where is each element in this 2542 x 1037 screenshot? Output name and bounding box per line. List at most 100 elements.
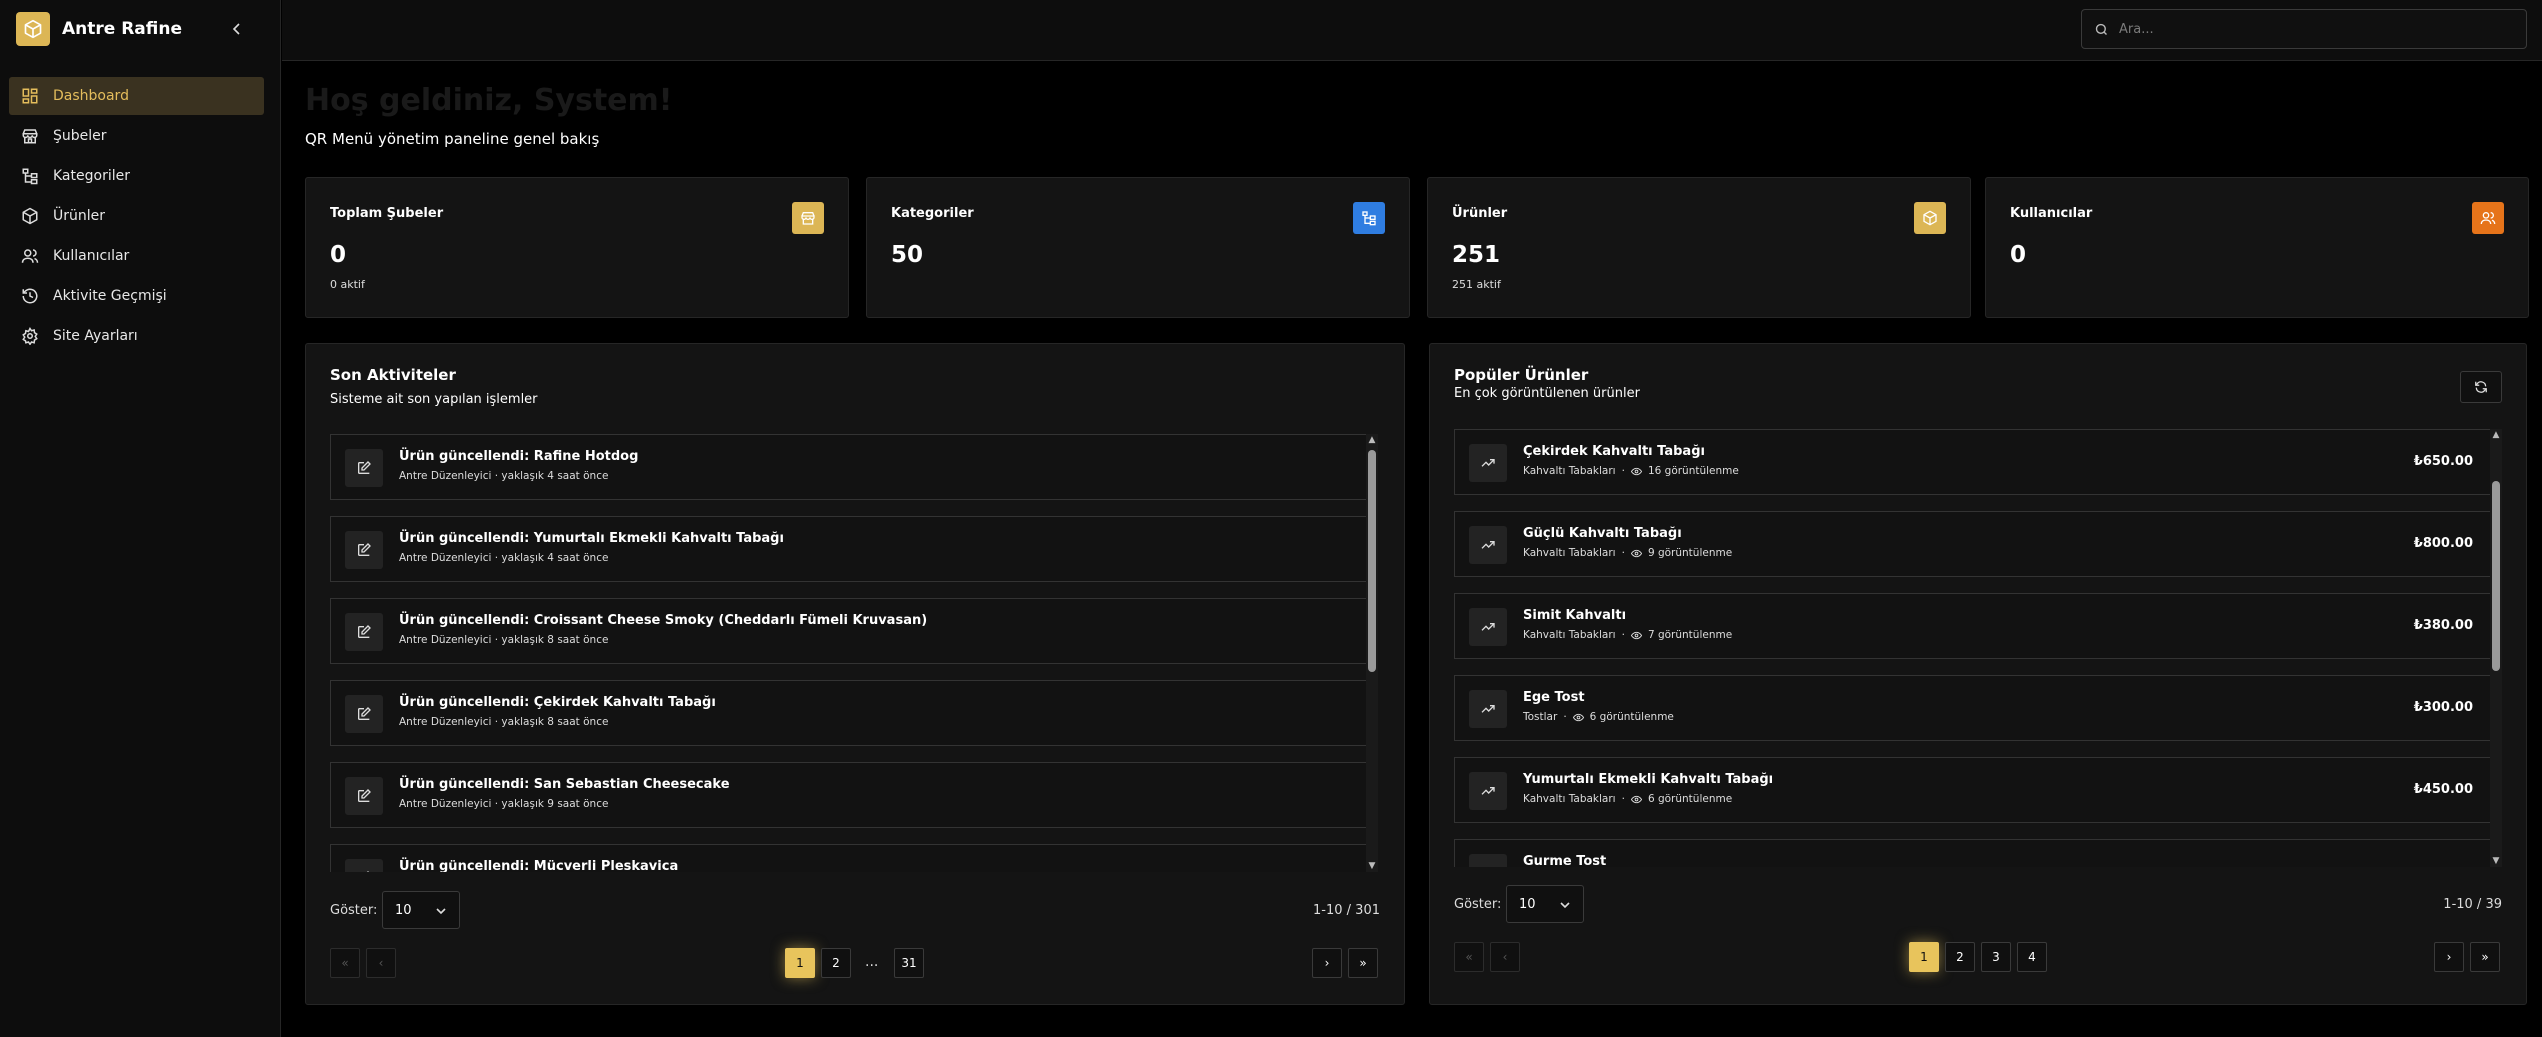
sidebar-item-label: Aktivite Geçmişi: [53, 288, 167, 304]
chevron-down-icon: [1560, 902, 1570, 909]
stat-sub: 0 aktif: [330, 278, 365, 291]
refresh-button[interactable]: [2460, 371, 2502, 403]
search-icon: [2095, 23, 2107, 35]
stat-sub: 251 aktif: [1452, 278, 1501, 291]
page-button[interactable]: 1: [785, 948, 815, 978]
scroll-down-icon[interactable]: ▼: [2490, 855, 2502, 867]
stat-title: Ürünler: [1452, 206, 1508, 221]
edit-icon: [345, 613, 383, 651]
activity-list[interactable]: Ürün güncellendi: Rafine Hotdog Antre Dü…: [330, 434, 1370, 872]
scroll-down-icon[interactable]: ▼: [1366, 860, 1378, 872]
result-range: 1-10 / 39: [2443, 897, 2502, 912]
gear-icon: [22, 327, 38, 345]
list-item[interactable]: Güçlü Kahvaltı Tabağı Kahvaltı Tabakları…: [1454, 511, 2492, 577]
product-price: ₺450.00: [2413, 782, 2473, 797]
trending-up-icon: [1469, 526, 1507, 564]
activity-title: Ürün güncellendi: Croissant Cheese Smoky…: [399, 613, 928, 628]
stat-value: 0: [2010, 242, 2027, 268]
sidebar-item-kullanicilar[interactable]: Kullanıcılar: [9, 237, 264, 275]
scroll-up-icon[interactable]: ▲: [2490, 429, 2502, 441]
eye-icon: [1630, 795, 1642, 803]
list-item[interactable]: Ürün güncellendi: Yumurtalı Ekmekli Kahv…: [330, 516, 1370, 582]
brand[interactable]: Antre Rafine: [16, 12, 182, 46]
popular-scrollbar[interactable]: ▲ ▼: [2490, 429, 2502, 867]
page-button[interactable]: 4: [2017, 942, 2047, 972]
result-range: 1-10 / 301: [1313, 903, 1380, 918]
popular-title: Popüler Ürünler: [1454, 366, 1589, 384]
product-category: Kahvaltı Tabakları: [1523, 465, 1616, 477]
sidebar-item-urunler[interactable]: Ürünler: [9, 197, 264, 235]
page-button[interactable]: 3: [1981, 942, 2011, 972]
product-views: 16 görüntülenme: [1647, 465, 1739, 477]
product-meta: Kahvaltı Tabakları · 16 görüntülenme: [1523, 465, 1739, 477]
next-page-button[interactable]: ›: [1312, 948, 1342, 978]
product-views: 6 görüntülenme: [1589, 711, 1674, 723]
chevron-left-icon: [232, 23, 240, 35]
sidebar-item-dashboard[interactable]: Dashboard: [9, 77, 264, 115]
next-page-button[interactable]: ›: [2434, 942, 2464, 972]
sidebar: Antre Rafine Dashboard Şubeler Kategoril…: [0, 0, 281, 1037]
first-page-button[interactable]: «: [330, 948, 360, 978]
collapse-sidebar-button[interactable]: [226, 16, 248, 42]
prev-page-button[interactable]: ‹: [1490, 942, 1520, 972]
first-page-button[interactable]: «: [1454, 942, 1484, 972]
list-item[interactable]: Yumurtalı Ekmekli Kahvaltı Tabağı Kahval…: [1454, 757, 2492, 823]
popular-products-list[interactable]: Çekirdek Kahvaltı Tabağı Kahvaltı Tabakl…: [1454, 429, 2492, 867]
sidebar-item-subeler[interactable]: Şubeler: [9, 117, 264, 155]
list-item[interactable]: Ürün güncellendi: Çekirdek Kahvaltı Taba…: [330, 680, 1370, 746]
activity-title: Ürün güncellendi: Çekirdek Kahvaltı Taba…: [399, 695, 716, 710]
activity-title: Ürün güncellendi: San Sebastian Cheeseca…: [399, 777, 730, 792]
search-input[interactable]: [2119, 21, 2499, 37]
scroll-thumb[interactable]: [1368, 450, 1376, 672]
stat-card-kategoriler: Kategoriler 50: [866, 177, 1410, 318]
eye-icon: [1630, 467, 1642, 475]
list-item[interactable]: Ürün güncellendi: Mücverli Pleskavica: [330, 844, 1370, 872]
list-item[interactable]: Gurme Tost: [1454, 839, 2492, 867]
last-page-button[interactable]: »: [1348, 948, 1378, 978]
list-item[interactable]: Ürün güncellendi: Rafine Hotdog Antre Dü…: [330, 434, 1370, 500]
list-item[interactable]: Ege Tost Tostlar · 6 görüntülenme ₺300.00: [1454, 675, 2492, 741]
page-size-select[interactable]: 10: [382, 891, 460, 929]
sidebar-item-site-ayarlari[interactable]: Site Ayarları: [9, 317, 264, 355]
users-icon: [21, 249, 39, 263]
sidebar-item-label: Site Ayarları: [53, 328, 138, 344]
page-size-value: 10: [1519, 896, 1536, 912]
edit-icon: [345, 859, 383, 872]
page-size-select[interactable]: 10: [1506, 885, 1584, 923]
last-page-button[interactable]: »: [2470, 942, 2500, 972]
list-item[interactable]: Ürün güncellendi: Croissant Cheese Smoky…: [330, 598, 1370, 664]
dashboard-icon: [22, 88, 38, 104]
stat-card-urunler: Ürünler 251 251 aktif: [1427, 177, 1971, 318]
activity-scrollbar[interactable]: ▲ ▼: [1366, 434, 1378, 872]
cube-logo-icon: [16, 12, 50, 46]
activity-meta: Antre Düzenleyici · yaklaşık 9 saat önce: [399, 798, 609, 810]
product-price: ₺650.00: [2413, 454, 2473, 469]
stat-value: 251: [1452, 242, 1501, 268]
prev-page-button[interactable]: ‹: [366, 948, 396, 978]
scroll-up-icon[interactable]: ▲: [1366, 434, 1378, 446]
scroll-thumb[interactable]: [2492, 481, 2500, 671]
page-button[interactable]: 2: [821, 948, 851, 978]
edit-icon: [345, 695, 383, 733]
product-name: Yumurtalı Ekmekli Kahvaltı Tabağı: [1523, 772, 1774, 787]
page-button[interactable]: 1: [1909, 942, 1939, 972]
page-button[interactable]: 2: [1945, 942, 1975, 972]
history-icon: [22, 288, 38, 304]
activity-title: Ürün güncellendi: Yumurtalı Ekmekli Kahv…: [399, 531, 784, 546]
category-icon: [1353, 202, 1385, 234]
stat-card-kullanicilar: Kullanıcılar 0: [1985, 177, 2529, 318]
product-meta: Kahvaltı Tabakları · 7 görüntülenme: [1523, 629, 1733, 641]
stat-value: 0: [330, 242, 347, 268]
trending-up-icon: [1469, 608, 1507, 646]
product-views: 7 görüntülenme: [1647, 629, 1733, 641]
activity-meta: Antre Düzenleyici · yaklaşık 4 saat önce: [399, 552, 609, 564]
list-item[interactable]: Ürün güncellendi: San Sebastian Cheeseca…: [330, 762, 1370, 828]
product-name: Simit Kahvaltı: [1523, 608, 1627, 623]
search-box[interactable]: [2081, 9, 2527, 49]
list-item[interactable]: Simit Kahvaltı Kahvaltı Tabakları · 7 gör…: [1454, 593, 2492, 659]
product-category: Tostlar: [1523, 711, 1558, 723]
page-button[interactable]: 31: [894, 948, 924, 978]
sidebar-item-aktivite-gecmisi[interactable]: Aktivite Geçmişi: [9, 277, 264, 315]
list-item[interactable]: Çekirdek Kahvaltı Tabağı Kahvaltı Tabakl…: [1454, 429, 2492, 495]
sidebar-item-kategoriler[interactable]: Kategoriler: [9, 157, 264, 195]
